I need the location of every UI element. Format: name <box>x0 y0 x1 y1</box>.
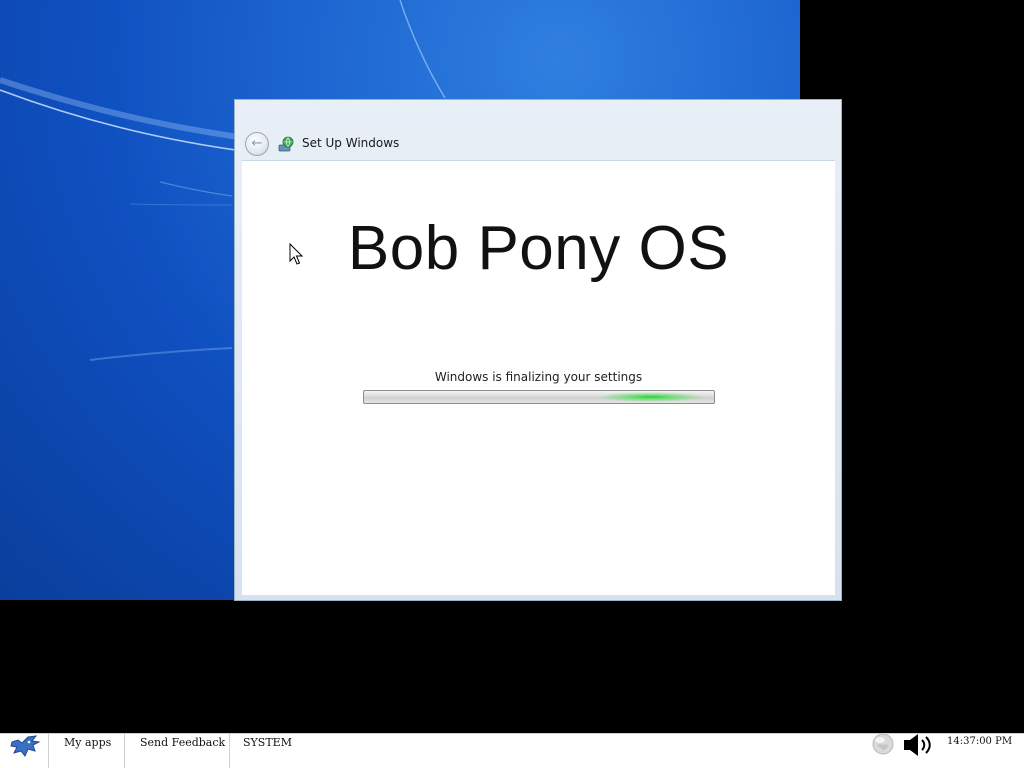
taskbar-my-apps[interactable]: My apps <box>49 734 125 768</box>
title-bar: ← Set Up Windows <box>235 100 841 160</box>
setup-globe-icon <box>278 136 294 152</box>
back-arrow-icon: ← <box>251 136 263 151</box>
window-title: Set Up Windows <box>302 136 400 150</box>
progress-marquee-glow <box>596 392 706 402</box>
start-button[interactable] <box>0 734 49 768</box>
brand-heading: Bob Pony OS <box>347 214 730 283</box>
bob-pony-logo-icon <box>10 735 41 757</box>
globe-icon[interactable] <box>869 734 899 756</box>
setup-window: ← Set Up Windows Bob Pony OS Windows is … <box>234 99 842 601</box>
taskbar-system[interactable]: SYSTEM <box>230 734 310 768</box>
taskbar-clock[interactable]: 14:37:00 PM <box>947 736 1019 747</box>
taskbar-send-feedback[interactable]: Send Feedback <box>125 734 230 768</box>
status-text: Windows is finalizing your settings <box>434 370 643 384</box>
back-button[interactable]: ← <box>245 132 269 156</box>
setup-content-area: Bob Pony OS Windows is finalizing your s… <box>242 160 835 595</box>
taskbar: My apps Send Feedback SYSTEM 14:37:00 PM <box>0 733 1024 768</box>
progress-bar <box>363 390 715 404</box>
speaker-icon[interactable] <box>902 734 938 756</box>
mouse-cursor-icon <box>289 243 304 265</box>
screen: ← Set Up Windows Bob Pony OS Windows is … <box>0 0 1024 768</box>
